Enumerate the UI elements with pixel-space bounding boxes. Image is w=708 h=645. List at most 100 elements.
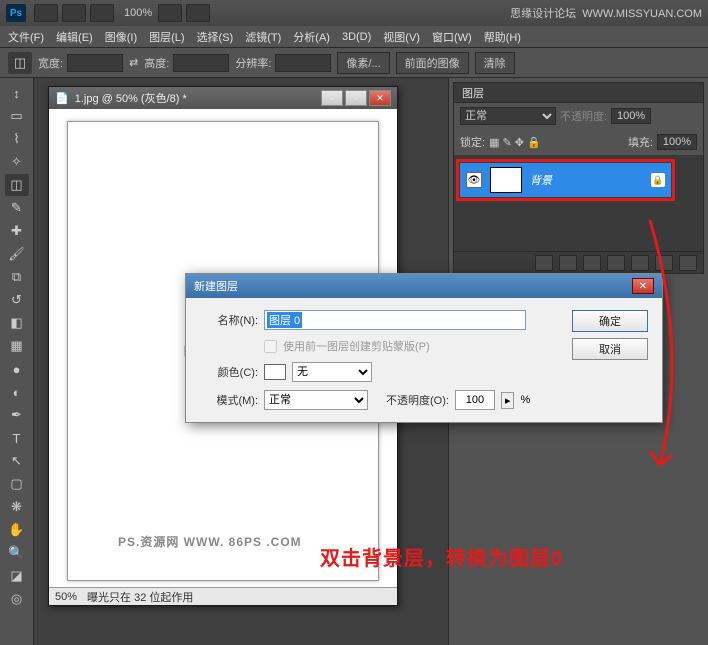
menu-analysis[interactable]: 分析(A) [293,29,330,45]
layer-name-input[interactable]: 图层 0 [264,310,526,330]
color-label: 颜色(C): [200,364,258,380]
close-button[interactable]: ✕ [369,90,391,106]
lasso-tool-icon[interactable]: ⌇ [5,128,29,150]
ps-doc-icon: 📄 [55,92,69,105]
blend-mode-select[interactable]: 正常 [460,107,556,125]
menu-window[interactable]: 窗口(W) [432,29,472,45]
brush-tool-icon[interactable]: 🖌 [5,243,29,265]
mode-select[interactable]: 正常 [264,390,368,410]
menu-edit[interactable]: 编辑(E) [56,29,93,45]
titlebar-btn[interactable] [186,4,210,22]
layers-panel: 图层 正常 不透明度: 锁定: ▦ ✎ ✥ 🔒 填充: 👁 背景 🔒 [453,82,704,274]
titlebar-btn[interactable] [158,4,182,22]
dialog-title: 新建图层 [194,278,632,294]
menu-help[interactable]: 帮助(H) [484,29,521,45]
move-tool-icon[interactable]: ↕ [5,82,29,104]
adjustment-icon[interactable] [607,255,625,271]
path-tool-icon[interactable]: ↖ [5,450,29,472]
zoom-tool-icon[interactable]: 🔍 [5,542,29,564]
cancel-button[interactable]: 取消 [572,338,648,360]
marquee-tool-icon[interactable]: ▭ [5,105,29,127]
clear-button[interactable]: 清除 [475,52,515,74]
dialog-close-button[interactable]: ✕ [632,278,654,294]
ps-logo-icon: Ps [6,4,26,22]
new-layer-icon[interactable] [655,255,673,271]
3d-tool-icon[interactable]: ❋ [5,496,29,518]
fx-icon[interactable] [559,255,577,271]
menu-image[interactable]: 图像(I) [105,29,137,45]
mask-icon[interactable] [583,255,601,271]
wand-tool-icon[interactable]: ✧ [5,151,29,173]
opacity-unit: % [520,394,530,406]
document-title: 1.jpg @ 50% (灰色/8) * [75,90,321,106]
crop-tool-icon[interactable]: ◫ [8,52,32,74]
watermark-text: PS.资源网 WWW. 86PS .COM [118,533,302,550]
menu-select[interactable]: 选择(S) [197,29,234,45]
front-image-button[interactable]: 前面的图像 [396,52,469,74]
resolution-input[interactable] [275,54,331,72]
layer-name[interactable]: 背景 [530,172,552,188]
opacity-input[interactable] [611,108,651,124]
document-statusbar: 50% 曝光只在 32 位起作用 [49,587,397,605]
name-label: 名称(N): [200,312,258,328]
opacity-stepper-icon[interactable]: ▸ [501,392,515,409]
lock-icons[interactable]: ▦ ✎ ✥ 🔒 [489,136,541,149]
blur-tool-icon[interactable]: ● [5,358,29,380]
gradient-tool-icon[interactable]: ▦ [5,335,29,357]
menu-file[interactable]: 文件(F) [8,29,44,45]
visibility-icon[interactable]: 👁 [466,172,482,188]
menu-3d[interactable]: 3D(D) [342,31,371,43]
width-input[interactable] [67,54,123,72]
fill-label: 填充: [628,134,653,150]
heal-tool-icon[interactable]: ✚ [5,220,29,242]
quickmask-icon[interactable]: ◎ [5,588,29,610]
titlebar-btn[interactable] [90,4,114,22]
status-text: 曝光只在 32 位起作用 [87,589,193,605]
layer-list: 👁 背景 🔒 [454,155,703,251]
site-label: 思缘设计论坛 WWW.MISSYUAN.COM [510,5,702,21]
titlebar-btn[interactable] [34,4,58,22]
menu-layer[interactable]: 图层(L) [149,29,184,45]
stamp-tool-icon[interactable]: ⧉ [5,266,29,288]
pen-tool-icon[interactable]: ✒ [5,404,29,426]
dialog-opacity-input[interactable] [455,390,495,410]
titlebar-btn[interactable] [62,4,86,22]
document-titlebar[interactable]: 📄 1.jpg @ 50% (灰色/8) * – ▫ ✕ [49,87,397,109]
options-bar: ◫ 宽度: ⇄ 高度: 分辨率: 像素/... 前面的图像 清除 [0,48,708,78]
maximize-button[interactable]: ▫ [345,90,367,106]
layer-thumbnail[interactable] [490,167,522,193]
minimize-button[interactable]: – [321,90,343,106]
shape-tool-icon[interactable]: ▢ [5,473,29,495]
color-swatch [264,364,286,380]
zoom-display[interactable]: 100% [124,7,152,19]
color-select[interactable]: 无 [292,362,372,382]
dialog-titlebar[interactable]: 新建图层 ✕ [186,274,662,298]
color-swatch-icon[interactable]: ◪ [5,565,29,587]
menu-view[interactable]: 视图(V) [383,29,420,45]
app-titlebar: Ps 100% 思缘设计论坛 WWW.MISSYUAN.COM [0,0,708,26]
hand-tool-icon[interactable]: ✋ [5,519,29,541]
pixels-dropdown[interactable]: 像素/... [337,52,389,74]
dodge-tool-icon[interactable]: ◐ [5,381,29,403]
lock-icon: 🔒 [651,173,665,187]
menu-filter[interactable]: 滤镜(T) [245,29,281,45]
history-brush-icon[interactable]: ↺ [5,289,29,311]
lock-label: 锁定: [460,134,485,150]
trash-icon[interactable] [679,255,697,271]
zoom-value[interactable]: 50% [55,591,77,603]
height-input[interactable] [173,54,229,72]
layer-row[interactable]: 👁 背景 🔒 [460,163,671,197]
crop-tool-icon[interactable]: ◫ [5,174,29,196]
menubar: 文件(F) 编辑(E) 图像(I) 图层(L) 选择(S) 滤镜(T) 分析(A… [0,26,708,48]
eyedropper-tool-icon[interactable]: ✎ [5,197,29,219]
swap-icon[interactable]: ⇄ [129,56,138,69]
eraser-tool-icon[interactable]: ◧ [5,312,29,334]
group-icon[interactable] [631,255,649,271]
ok-button[interactable]: 确定 [572,310,648,332]
link-layers-icon[interactable] [535,255,553,271]
mode-label: 模式(M): [200,392,258,408]
fill-input[interactable] [657,134,697,150]
opacity-label: 不透明度: [560,108,607,124]
type-tool-icon[interactable]: T [5,427,29,449]
layers-tab[interactable]: 图层 [454,83,703,103]
